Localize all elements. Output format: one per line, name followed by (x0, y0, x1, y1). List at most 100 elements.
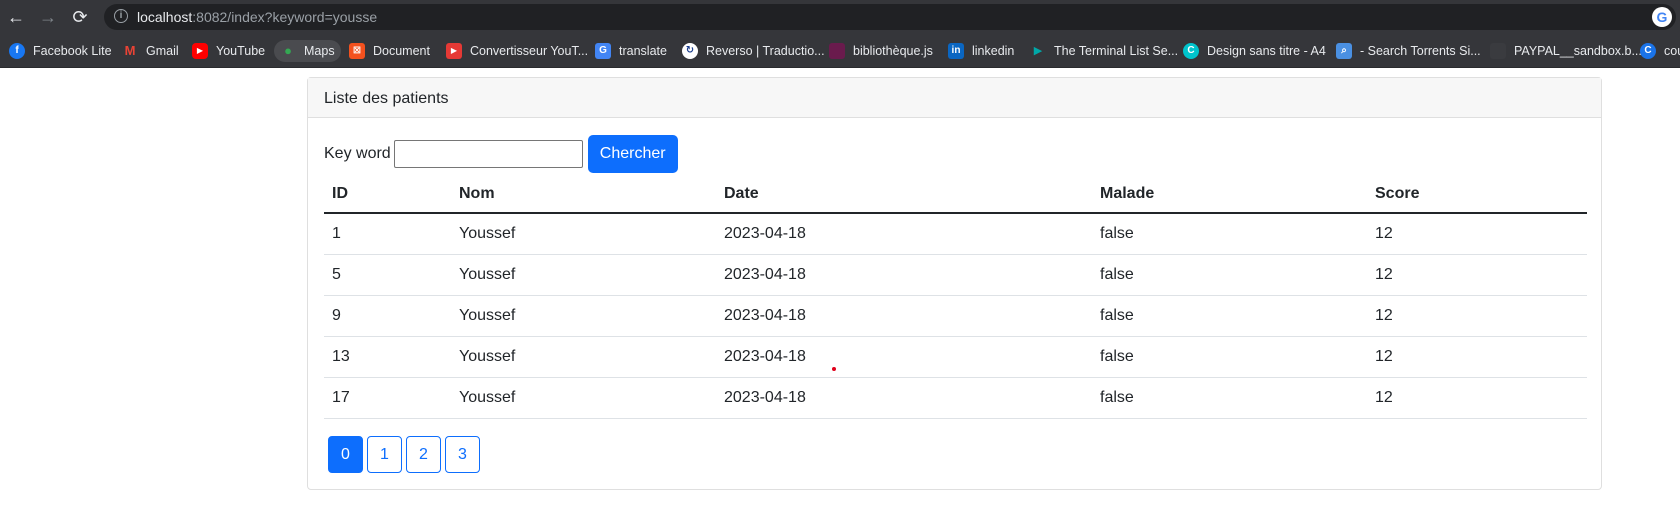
cell-score: 12 (1367, 377, 1587, 419)
bookmark-label: cou (1664, 44, 1680, 58)
cell-malade: false (1092, 377, 1367, 419)
linkedin-icon: in (948, 43, 964, 59)
bookmark-item[interactable]: ▶ Convertisseur YouT... (446, 40, 588, 62)
address-bar[interactable]: i localhost:8082/index?keyword=yousse G (104, 4, 1676, 30)
table-row: 1 Youssef 2023-04-18 false 12 (324, 213, 1587, 255)
page-link-0[interactable]: 0 (328, 436, 363, 473)
bookmark-label: linkedin (972, 44, 1015, 58)
back-arrow-icon[interactable]: ← (5, 6, 27, 28)
bookmark-label: PAYPAL__sandbox.b... (1514, 44, 1642, 58)
bookmark-label: Convertisseur YouT... (470, 44, 589, 58)
page-link-3[interactable]: 3 (445, 436, 480, 473)
bookmark-item[interactable]: Ccou (1640, 40, 1680, 62)
table-row: 5 Youssef 2023-04-18 false 12 (324, 254, 1587, 296)
cursor-dot (832, 367, 836, 371)
bookmark-item[interactable]: PAYPAL__sandbox.b... (1490, 40, 1642, 62)
bookmark-label: Document (373, 44, 430, 58)
cell-nom: Youssef (451, 377, 716, 419)
column-header-date: Date (716, 175, 1092, 214)
converter-icon: ▶ (446, 43, 462, 59)
pagination: 0 1 2 3 (328, 436, 484, 473)
column-header-malade: Malade (1092, 175, 1367, 214)
bookmark-label: Design sans titre - A4 (1207, 44, 1326, 58)
cell-malade: false (1092, 213, 1367, 255)
bookmark-item[interactable]: in linkedin (948, 40, 1014, 62)
url-text[interactable]: localhost:8082/index?keyword=yousse (137, 9, 377, 25)
search-label: Key word (324, 145, 391, 162)
bookmarks-bar: f Facebook Lite M Gmail ▶ YouTube ● Maps ⊠ Do… (0, 34, 1680, 68)
youtube-icon: ▶ (192, 43, 208, 59)
url-path: :8082/index?keyword=yousse (192, 9, 378, 25)
play-icon: ▶ (1033, 45, 1043, 57)
cell-nom: Youssef (451, 213, 716, 255)
cell-malade: false (1092, 336, 1367, 378)
table-row: 13 Youssef 2023-04-18 false 12 (324, 336, 1587, 378)
cell-id: 13 (324, 336, 451, 378)
bookmark-item[interactable]: Gtranslate (595, 40, 667, 62)
bookmark-item[interactable]: ⊠ Document (349, 40, 430, 62)
c-icon: C (1640, 43, 1656, 59)
info-icon[interactable]: i (114, 9, 128, 23)
bookmark-item[interactable]: ● Maps (274, 40, 341, 62)
keyword-input[interactable] (393, 140, 583, 168)
cell-score: 12 (1367, 254, 1587, 296)
bookmark-item[interactable]: f Facebook Lite (9, 40, 112, 62)
maps-icon: ● (284, 43, 292, 58)
cell-malade: false (1092, 254, 1367, 296)
column-header-score: Score (1367, 175, 1587, 214)
facebook-icon: f (9, 43, 25, 59)
bookmark-label: - Search Torrents Si... (1360, 44, 1481, 58)
table-header-row: ID Nom Date Malade Score (324, 175, 1587, 214)
cell-date: 2023-04-18 (716, 377, 1092, 419)
google-icon[interactable]: G (1652, 7, 1672, 27)
cell-malade: false (1092, 295, 1367, 337)
cell-score: 12 (1367, 213, 1587, 255)
patients-card: Liste des patients Key word Chercher ID … (307, 77, 1602, 490)
gmail-icon: M (124, 43, 136, 58)
cell-id: 17 (324, 377, 451, 419)
translate-icon: G (595, 43, 611, 59)
card-title: Liste des patients (308, 78, 1601, 118)
search-button[interactable]: Chercher (587, 135, 678, 173)
forward-arrow-icon[interactable]: → (37, 6, 59, 28)
bookmark-item[interactable]: bibliothèque.js (829, 40, 933, 62)
canva-icon: C (1183, 43, 1199, 59)
cell-id: 5 (324, 254, 451, 296)
table-row: 17 Youssef 2023-04-18 false 12 (324, 377, 1587, 419)
bookmark-label: Reverso | Traductio... (706, 44, 825, 58)
bookmark-label: translate (619, 44, 667, 58)
bookmark-item[interactable]: ↻ Reverso | Traductio... (682, 40, 825, 62)
bookmark-item[interactable]: ⌕ - Search Torrents Si... (1336, 40, 1481, 62)
cell-nom: Youssef (451, 254, 716, 296)
bookmark-item[interactable]: ▶ YouTube (192, 40, 265, 62)
cell-date: 2023-04-18 (716, 213, 1092, 255)
bookmark-item[interactable]: C Design sans titre - A4 (1183, 40, 1326, 62)
patients-table: ID Nom Date Malade Score 1 Youssef 2023-… (324, 175, 1587, 419)
reverso-icon: ↻ (682, 43, 698, 59)
bookmark-item[interactable]: M Gmail (122, 40, 179, 62)
cell-score: 12 (1367, 336, 1587, 378)
bookmark-label: YouTube (216, 44, 266, 58)
page-link-2[interactable]: 2 (406, 436, 441, 473)
cell-date: 2023-04-18 (716, 336, 1092, 378)
bookmark-label: Facebook Lite (33, 44, 112, 58)
page-link-1[interactable]: 1 (367, 436, 402, 473)
browser-toolbar: ← → ⟳ i localhost:8082/index?keyword=you… (0, 0, 1680, 34)
library-icon (829, 43, 845, 59)
bookmark-label: Maps (304, 44, 335, 58)
cell-id: 1 (324, 213, 451, 255)
cell-id: 9 (324, 295, 451, 337)
bookmark-label: bibliothèque.js (853, 44, 933, 58)
search-form: Key word Chercher (324, 135, 678, 173)
cell-date: 2023-04-18 (716, 254, 1092, 296)
table-row: 9 Youssef 2023-04-18 false 12 (324, 295, 1587, 337)
paypal-icon (1490, 43, 1506, 59)
bookmark-label: Gmail (146, 44, 179, 58)
url-host: localhost (137, 9, 193, 25)
cell-nom: Youssef (451, 336, 716, 378)
reload-icon[interactable]: ⟳ (69, 6, 91, 28)
cell-nom: Youssef (451, 295, 716, 337)
search-torrents-icon: ⌕ (1336, 43, 1352, 59)
bookmark-item[interactable]: ▶ The Terminal List Se... (1030, 40, 1178, 62)
document-icon: ⊠ (349, 43, 365, 59)
